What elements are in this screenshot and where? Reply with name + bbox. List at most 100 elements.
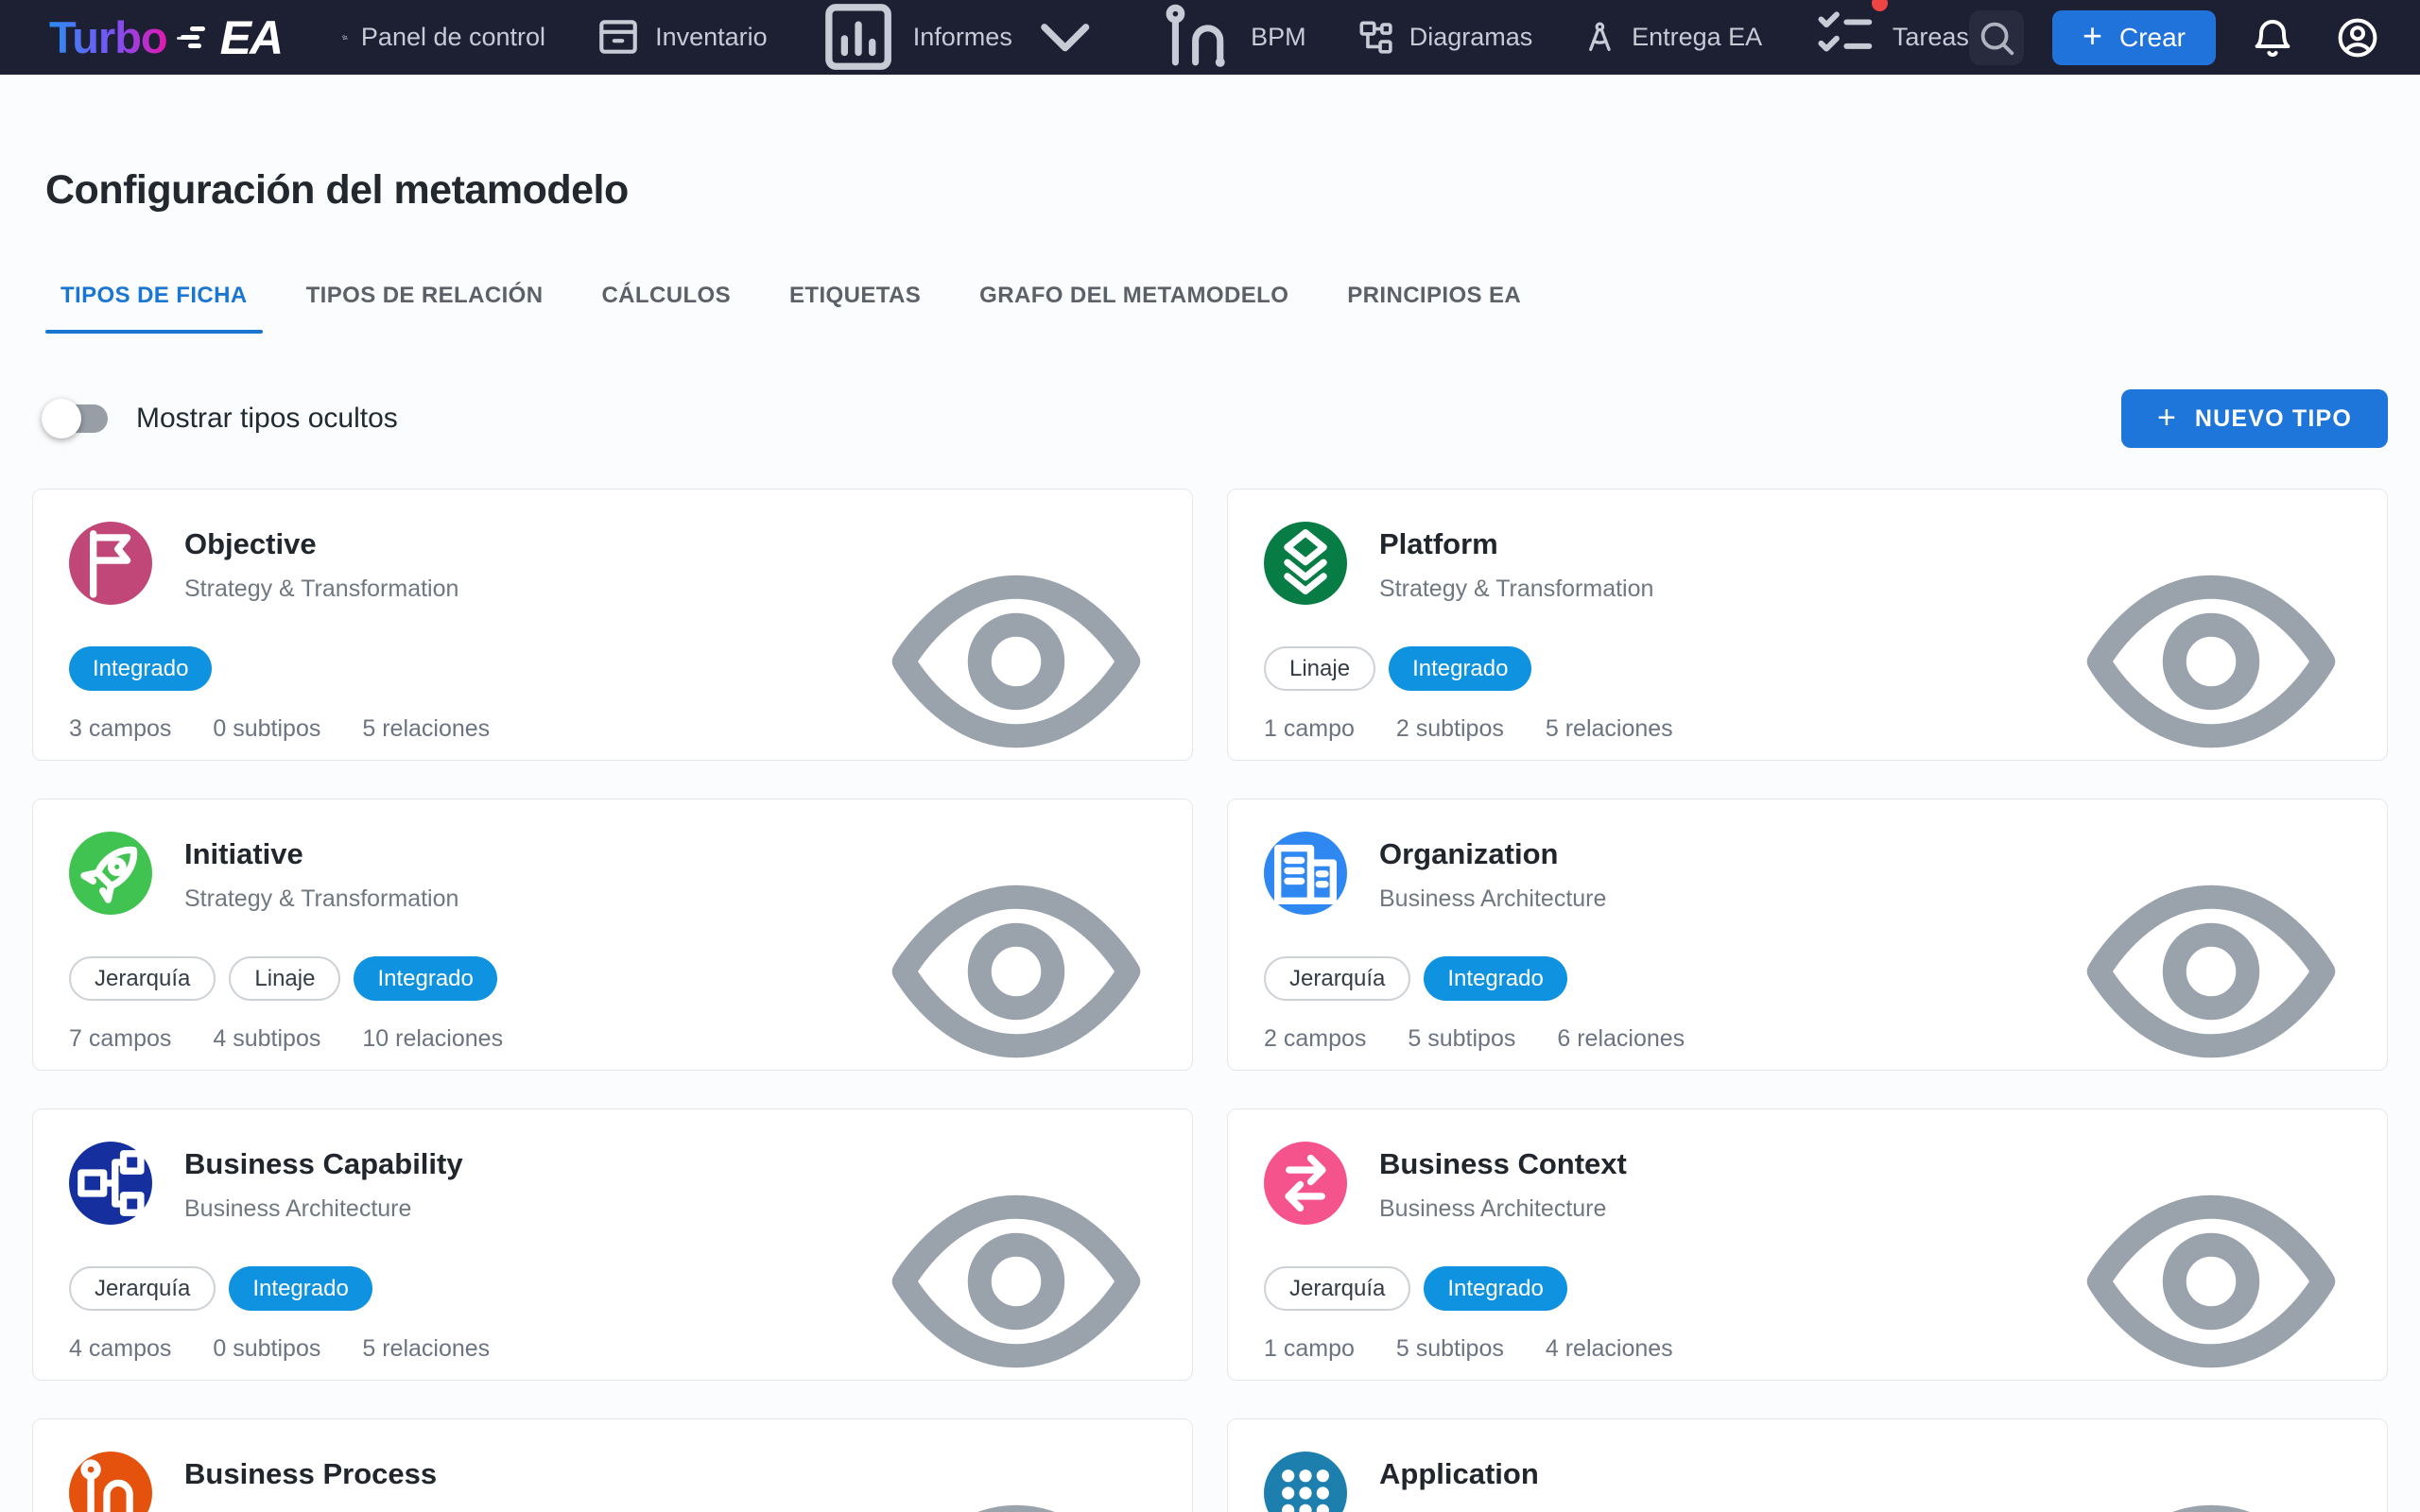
visibility-eye-icon[interactable] bbox=[874, 520, 1158, 803]
badge-linaje: Linaje bbox=[229, 956, 341, 1001]
metamodel-config-page: Configuración del metamodelo TIPOS DE FI… bbox=[0, 165, 2420, 1512]
visibility-eye-icon[interactable] bbox=[2069, 520, 2353, 803]
badge-integrado: Integrado bbox=[1389, 646, 1532, 691]
reports-icon bbox=[817, 0, 900, 79]
inventory-icon bbox=[595, 13, 642, 60]
badge-integrado: Integrado bbox=[1424, 1266, 1567, 1311]
dashboard-icon bbox=[342, 35, 348, 41]
search-button[interactable] bbox=[1968, 9, 2024, 65]
tab-bar: TIPOS DE FICHA TIPOS DE RELACIÓN CÁLCULOS E… bbox=[45, 258, 2388, 334]
card-stat: 0 subtipos bbox=[213, 1335, 321, 1362]
card-titles: Business Context Business Architecture bbox=[1379, 1142, 1627, 1225]
nav-item-diagramas[interactable]: Diagramas bbox=[1356, 17, 1532, 58]
card-stat: 4 campos bbox=[69, 1335, 172, 1362]
nav-item-panel-de-control[interactable]: Panel de control bbox=[342, 23, 545, 52]
user-avatar-icon bbox=[2335, 10, 2380, 65]
tab-tipos-de-ficha[interactable]: TIPOS DE FICHA bbox=[45, 258, 263, 334]
visibility-eye-icon[interactable] bbox=[2069, 1450, 2353, 1512]
card-title: Application bbox=[1379, 1457, 1539, 1490]
type-cards-grid: Objective Strategy & Transformation Integr… bbox=[32, 489, 2388, 1512]
plus-icon: + bbox=[2156, 400, 2176, 436]
bpm-icon bbox=[1157, 0, 1237, 77]
card-stat: 5 subtipos bbox=[1395, 1335, 1504, 1362]
chevron-down-icon bbox=[1026, 0, 1109, 78]
toggle-knob bbox=[42, 399, 81, 438]
badge-jerarqu-a: Jerarquía bbox=[69, 956, 216, 1001]
card-titles: Business Capability Business Architecture bbox=[184, 1142, 463, 1225]
type-card-organization[interactable]: Organization Business Architecture Jerarqu… bbox=[1227, 799, 2388, 1071]
main-nav: Panel de control Inventario Informes BPM Dia… bbox=[342, 0, 1969, 79]
hierarchy-icon bbox=[69, 1142, 152, 1225]
visibility-eye-icon[interactable] bbox=[2069, 1140, 2353, 1423]
card-stat: 6 relaciones bbox=[1557, 1025, 1685, 1052]
type-card-business-capability[interactable]: Business Capability Business Architecture… bbox=[32, 1108, 1193, 1381]
card-subtitle: Strategy & Transformation bbox=[184, 576, 459, 602]
visibility-eye-icon[interactable] bbox=[874, 1140, 1158, 1423]
card-titles: Objective Strategy & Transformation bbox=[184, 522, 458, 605]
card-stat: 5 relaciones bbox=[1545, 715, 1673, 742]
card-titles: Business Process bbox=[184, 1452, 437, 1512]
badge-jerarqu-a: Jerarquía bbox=[1264, 956, 1411, 1001]
tab-c-lculos[interactable]: CÁLCULOS bbox=[601, 258, 731, 334]
new-type-button-label: NUEVO TIPO bbox=[2194, 404, 2352, 432]
card-titles: Organization Business Architecture bbox=[1379, 832, 1606, 915]
card-titles: Application bbox=[1379, 1452, 1539, 1512]
logo-speed-lines-icon bbox=[176, 26, 205, 48]
nav-item-entrega-ea[interactable]: Entrega EA bbox=[1582, 19, 1762, 56]
tab-principios-ea[interactable]: PRINCIPIOS EA bbox=[1347, 258, 1521, 334]
card-title: Business Capability bbox=[184, 1147, 463, 1180]
card-stat: 7 campos bbox=[69, 1025, 172, 1052]
list-controls: Mostrar tipos ocultos + NUEVO TIPO bbox=[42, 388, 2388, 449]
app-logo[interactable]: Turbo EA bbox=[49, 10, 284, 65]
nav-item-tareas[interactable]: Tareas bbox=[1811, 0, 1969, 72]
type-card-business-context[interactable]: Business Context Business Architecture Jer… bbox=[1227, 1108, 2388, 1381]
tab-tipos-de-relaci-n[interactable]: TIPOS DE RELACIÓN bbox=[306, 258, 544, 334]
create-button[interactable]: + Crear bbox=[2051, 9, 2216, 65]
card-subtitle: Business Architecture bbox=[1379, 1195, 1607, 1222]
card-stat: 1 campo bbox=[1264, 715, 1355, 742]
tab-grafo-del-metamodelo[interactable]: GRAFO DEL METAMODELO bbox=[979, 258, 1288, 334]
notifications-button[interactable] bbox=[2244, 9, 2301, 66]
visibility-eye-icon[interactable] bbox=[874, 830, 1158, 1113]
nav-item-bpm[interactable]: BPM bbox=[1157, 0, 1306, 77]
tasks-icon bbox=[1811, 0, 1888, 72]
card-stat: 2 campos bbox=[1264, 1025, 1367, 1052]
badge-integrado: Integrado bbox=[354, 956, 497, 1001]
tab-etiquetas[interactable]: ETIQUETAS bbox=[789, 258, 921, 334]
plus-icon: + bbox=[2082, 16, 2102, 55]
badge-linaje: Linaje bbox=[1264, 646, 1376, 691]
card-subtitle: Business Architecture bbox=[1379, 885, 1607, 912]
card-stat: 1 campo bbox=[1264, 1335, 1355, 1362]
card-stat: 5 relaciones bbox=[362, 1335, 491, 1362]
badge-integrado: Integrado bbox=[69, 646, 213, 691]
navbar-actions: + Crear bbox=[1968, 9, 2386, 66]
show-hidden-label: Mostrar tipos ocultos bbox=[136, 403, 398, 434]
nav-item-informes[interactable]: Informes bbox=[817, 0, 1109, 79]
user-menu-button[interactable] bbox=[2329, 9, 2386, 66]
ea-delivery-icon bbox=[1582, 19, 1618, 56]
type-card-platform[interactable]: Platform Strategy & Transformation Linaje I… bbox=[1227, 489, 2388, 761]
type-card-initiative[interactable]: Initiative Strategy & Transformation Jerar… bbox=[32, 799, 1193, 1071]
show-hidden-toggle[interactable] bbox=[42, 399, 108, 438]
badge-integrado: Integrado bbox=[229, 1266, 372, 1311]
visibility-eye-icon[interactable] bbox=[2069, 830, 2353, 1113]
layers-icon bbox=[1264, 522, 1347, 605]
nav-item-inventario[interactable]: Inventario bbox=[595, 13, 768, 60]
card-subtitle: Strategy & Transformation bbox=[184, 885, 459, 912]
card-stat: 5 subtipos bbox=[1408, 1025, 1516, 1052]
apps-grid-icon bbox=[1264, 1452, 1347, 1512]
card-subtitle: Business Architecture bbox=[184, 1195, 412, 1222]
rocket-icon bbox=[69, 832, 152, 915]
new-type-button[interactable]: + NUEVO TIPO bbox=[2120, 389, 2388, 448]
card-title: Business Process bbox=[184, 1457, 438, 1490]
card-stat: 4 relaciones bbox=[1545, 1335, 1673, 1362]
card-stat: 2 subtipos bbox=[1395, 715, 1504, 742]
logo-turbo-text: Turbo bbox=[49, 12, 168, 62]
badge-jerarqu-a: Jerarquía bbox=[1264, 1266, 1411, 1311]
type-card-application[interactable]: Application bbox=[1227, 1418, 2388, 1512]
type-card-business-process[interactable]: Business Process bbox=[32, 1418, 1193, 1512]
visibility-eye-icon[interactable] bbox=[874, 1450, 1158, 1512]
swap-arrows-icon bbox=[1264, 1142, 1347, 1225]
type-card-objective[interactable]: Objective Strategy & Transformation Integr… bbox=[32, 489, 1193, 761]
process-flow-icon bbox=[69, 1452, 152, 1512]
